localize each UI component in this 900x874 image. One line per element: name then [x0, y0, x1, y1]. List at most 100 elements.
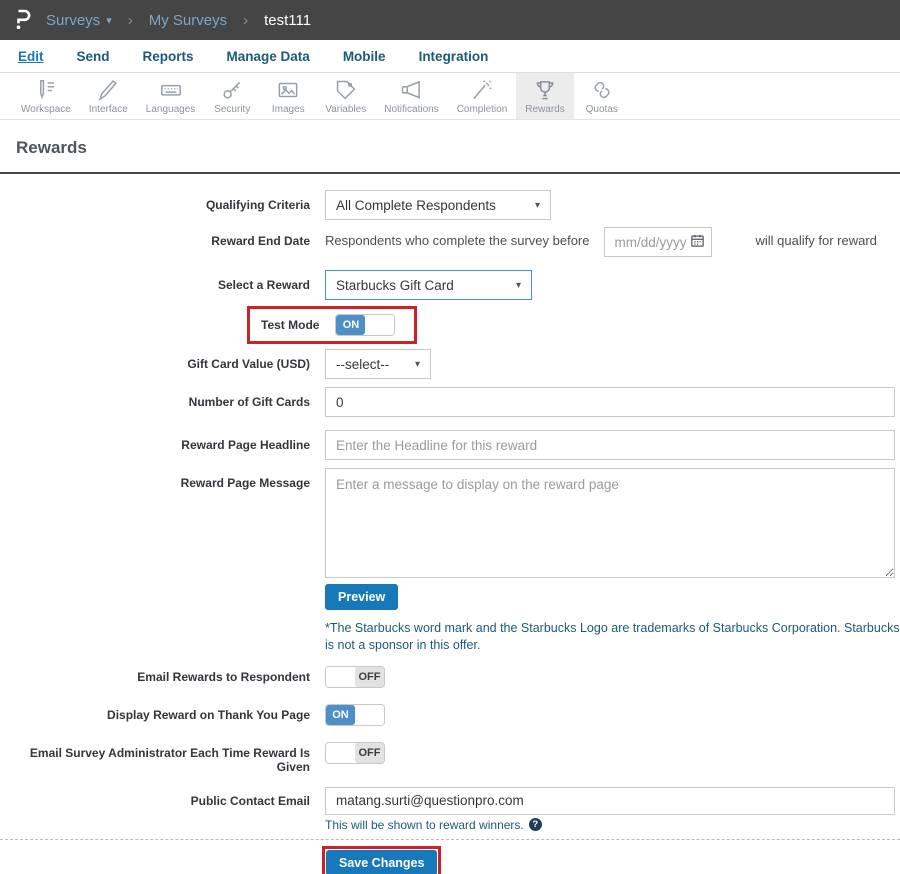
nav-tab-integration[interactable]: Integration — [419, 49, 489, 64]
toggle-on-segment: ON — [326, 704, 355, 725]
pencil-lines-icon — [33, 77, 59, 103]
row-number-gift-cards: Number of Gift Cards — [0, 387, 900, 417]
tool-images-label: Images — [271, 103, 305, 115]
test-mode-toggle[interactable]: ON — [335, 314, 396, 336]
email-rewards-toggle[interactable]: OFF — [325, 665, 385, 688]
helper-text: This will be shown to reward winners. — [325, 817, 524, 832]
nav-tab-manage-data[interactable]: Manage Data — [227, 49, 310, 64]
gift-card-value-value: --select-- — [336, 356, 390, 372]
row-gift-card-value: Gift Card Value (USD) --select-- ▾ — [0, 349, 900, 379]
tool-security[interactable]: Security — [204, 73, 260, 119]
pen-icon — [95, 77, 121, 103]
tag-icon — [333, 77, 359, 103]
public-contact-email-input[interactable] — [325, 786, 895, 815]
toggle-off-segment — [355, 704, 384, 725]
reward-message-textarea[interactable] — [325, 468, 895, 578]
select-reward-select[interactable]: Starbucks Gift Card ▾ — [325, 270, 532, 300]
help-question-icon[interactable]: ? — [528, 818, 542, 832]
toggle-on-segment — [326, 742, 355, 763]
trophy-icon — [532, 77, 558, 103]
email-rewards-label: Email Rewards to Respondent — [137, 669, 310, 684]
chain-links-icon — [589, 77, 615, 103]
select-reward-value: Starbucks Gift Card — [336, 277, 454, 293]
row-preview: Preview — [325, 584, 900, 610]
page-title: Rewards — [16, 138, 87, 157]
breadcrumb-my-surveys-label: My Surveys — [148, 11, 228, 29]
tool-variables[interactable]: Variables — [316, 73, 375, 119]
nav-tab-edit[interactable]: Edit — [18, 49, 44, 64]
breadcrumb-current-survey: test111 — [264, 12, 311, 29]
gift-card-value-label: Gift Card Value (USD) — [187, 357, 310, 371]
tool-variables-label: Variables — [325, 103, 367, 115]
tool-rewards-label: Rewards — [525, 103, 565, 115]
caret-down-icon: ▾ — [106, 14, 112, 27]
email-admin-label: Email Survey Administrator Each Time Rew… — [29, 745, 310, 774]
row-save: Save Changes — [0, 845, 900, 874]
toggle-off-segment — [365, 315, 395, 335]
rewards-form: Qualifying Criteria All Complete Respond… — [0, 190, 900, 874]
tool-workspace[interactable]: Workspace — [12, 73, 80, 119]
breadcrumb-surveys-label: Surveys — [46, 11, 101, 29]
row-reward-headline: Reward Page Headline — [0, 430, 900, 460]
magic-wand-icon — [469, 77, 495, 103]
calendar-icon[interactable] — [690, 233, 705, 253]
tool-notifications[interactable]: Notifications — [375, 73, 447, 119]
breadcrumb-separator-icon: › — [127, 11, 133, 29]
row-email-admin: Email Survey Administrator Each Time Rew… — [0, 741, 900, 774]
row-public-contact-email: Public Contact Email — [0, 786, 900, 815]
picture-icon — [275, 77, 301, 103]
nav-tab-mobile[interactable]: Mobile — [343, 49, 386, 64]
title-divider — [0, 172, 900, 174]
breadcrumb-surveys[interactable]: Surveys ▾ — [46, 12, 112, 29]
tool-languages-label: Languages — [145, 103, 196, 115]
caret-down-icon: ▾ — [534, 199, 540, 211]
tool-quotas-label: Quotas — [585, 103, 618, 115]
tool-quotas[interactable]: Quotas — [574, 73, 630, 119]
row-email-rewards: Email Rewards to Respondent OFF — [0, 665, 900, 688]
reward-end-date-label: Reward End Date — [211, 234, 310, 248]
nav-tab-reports[interactable]: Reports — [143, 49, 194, 64]
toggle-off-segment: OFF — [355, 742, 384, 763]
toggle-off-segment: OFF — [355, 666, 384, 687]
public-contact-email-helper: This will be shown to reward winners. ? — [325, 818, 900, 832]
save-changes-button[interactable]: Save Changes — [326, 849, 438, 874]
row-select-reward: Select a Reward Starbucks Gift Card ▾ — [0, 270, 900, 300]
key-icon — [219, 77, 245, 103]
number-gift-cards-label: Number of Gift Cards — [188, 395, 310, 409]
breadcrumb-my-surveys[interactable]: My Surveys — [149, 12, 227, 29]
email-admin-toggle[interactable]: OFF — [325, 741, 385, 764]
row-reward-end-date: Reward End Date Respondents who complete… — [0, 227, 900, 257]
toggle-on-segment — [326, 666, 355, 687]
tool-images[interactable]: Images — [260, 73, 316, 119]
questionpro-logo-icon[interactable] — [12, 8, 36, 32]
tool-notifications-label: Notifications — [384, 103, 439, 115]
date-field-wrap — [590, 227, 712, 257]
number-gift-cards-input[interactable] — [325, 387, 895, 417]
caret-down-icon: ▾ — [414, 358, 420, 370]
caret-down-icon: ▾ — [515, 279, 521, 291]
main-nav: Edit Send Reports Manage Data Mobile Int… — [0, 40, 900, 73]
edit-sub-toolbar: Workspace Interface Languages Security I… — [0, 73, 900, 120]
tool-workspace-label: Workspace — [21, 103, 71, 115]
gift-card-value-select[interactable]: --select-- ▾ — [325, 349, 431, 379]
tool-completion[interactable]: Completion — [448, 73, 517, 119]
breadcrumb-separator-icon: › — [243, 11, 249, 29]
display-reward-toggle[interactable]: ON — [325, 703, 385, 726]
app-header: Surveys ▾ › My Surveys › test111 — [0, 0, 900, 40]
nav-tab-send[interactable]: Send — [77, 49, 110, 64]
preview-button[interactable]: Preview — [325, 584, 399, 610]
tool-languages[interactable]: Languages — [137, 73, 205, 119]
tool-completion-label: Completion — [456, 103, 508, 115]
test-mode-label: Test Mode — [261, 318, 320, 332]
dashed-divider — [0, 838, 900, 840]
row-test-mode: Test Mode ON — [0, 306, 900, 344]
megaphone-icon — [398, 77, 424, 103]
save-annotation-box: Save Changes — [322, 845, 442, 874]
test-mode-annotation-box: Test Mode ON — [247, 306, 418, 344]
tool-rewards[interactable]: Rewards — [516, 73, 574, 119]
tool-interface[interactable]: Interface — [80, 73, 137, 119]
qualifying-criteria-select[interactable]: All Complete Respondents ▾ — [325, 190, 551, 220]
reward-headline-input[interactable] — [325, 430, 895, 460]
qualifying-criteria-value: All Complete Respondents — [336, 197, 496, 213]
tool-interface-label: Interface — [88, 103, 128, 115]
